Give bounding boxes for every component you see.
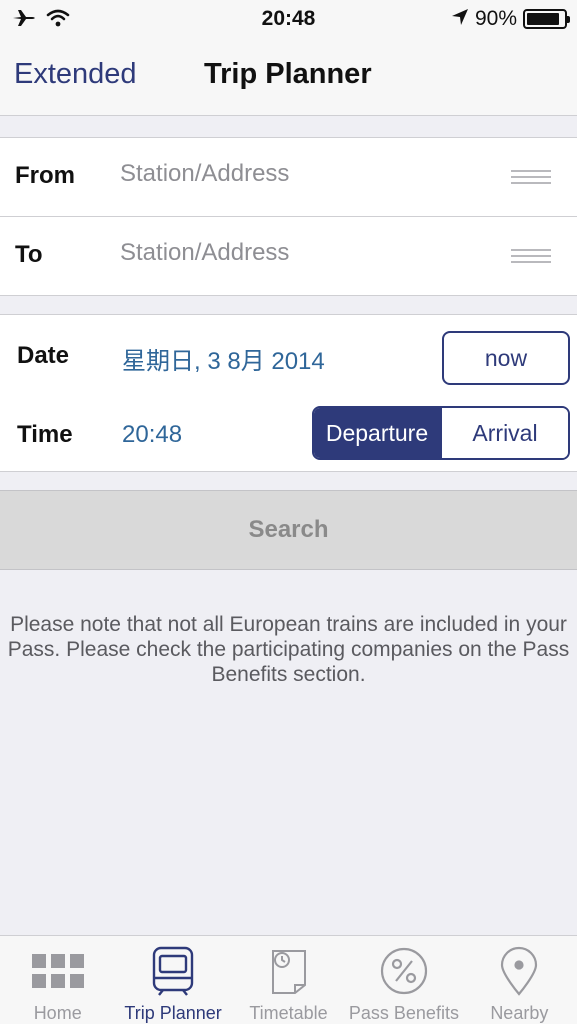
battery-percent: 90%: [474, 7, 517, 30]
from-row: From: [0, 138, 577, 216]
date-value[interactable]: 星期日, 3 8月 2014: [122, 341, 325, 376]
tab-home[interactable]: Home: [0, 936, 115, 1024]
tab-timetable[interactable]: Timetable: [231, 936, 346, 1024]
datetime-group: Date 星期日, 3 8月 2014 now Time 20:48 Depar…: [0, 314, 577, 472]
from-reorder-handle-icon[interactable]: [511, 170, 551, 186]
date-label: Date: [17, 342, 70, 369]
tab-pass-benefits-label: Pass Benefits: [348, 1003, 459, 1023]
to-reorder-handle-icon[interactable]: [511, 249, 551, 265]
map-pin-icon: [491, 945, 547, 997]
timetable-icon: [261, 945, 317, 997]
tab-bar: Home Trip Planner Timetable Pass Benefit…: [0, 935, 577, 1024]
page-title: Trip Planner: [204, 58, 372, 90]
tab-trip-planner[interactable]: Trip Planner: [115, 936, 230, 1024]
status-right-icons: 90%: [451, 7, 570, 31]
location-arrow-icon: [451, 8, 469, 31]
navigation-bar: Extended Trip Planner: [0, 40, 577, 116]
departure-option[interactable]: Departure: [314, 408, 440, 458]
departure-arrival-toggle: Departure Arrival: [312, 406, 570, 460]
time-label: Time: [17, 421, 73, 448]
battery-fill: [527, 13, 560, 25]
now-button[interactable]: now: [442, 331, 570, 385]
battery-icon: [523, 9, 570, 29]
tab-home-label: Home: [33, 1003, 82, 1023]
arrival-option[interactable]: Arrival: [440, 408, 568, 458]
to-row: To: [0, 217, 577, 296]
search-button[interactable]: Search: [0, 490, 577, 570]
tab-timetable-label: Timetable: [249, 1003, 328, 1023]
tab-nearby-label: Nearby: [490, 1003, 549, 1023]
from-label: From: [15, 162, 75, 189]
back-button[interactable]: Extended: [14, 58, 137, 91]
status-bar: 20:48 90%: [0, 0, 577, 40]
pass-note: Please note that not all European trains…: [7, 613, 570, 686]
grid-icon: [30, 945, 86, 997]
route-group: From To: [0, 137, 577, 296]
train-icon: [145, 945, 201, 997]
from-field[interactable]: [120, 160, 490, 188]
tab-nearby[interactable]: Nearby: [462, 936, 577, 1024]
percent-icon: [376, 945, 432, 997]
time-value[interactable]: 20:48: [122, 421, 182, 449]
tab-trip-planner-label: Trip Planner: [124, 1003, 222, 1023]
to-field[interactable]: [120, 239, 490, 267]
tab-pass-benefits[interactable]: Pass Benefits: [346, 936, 461, 1024]
to-label: To: [15, 241, 43, 268]
